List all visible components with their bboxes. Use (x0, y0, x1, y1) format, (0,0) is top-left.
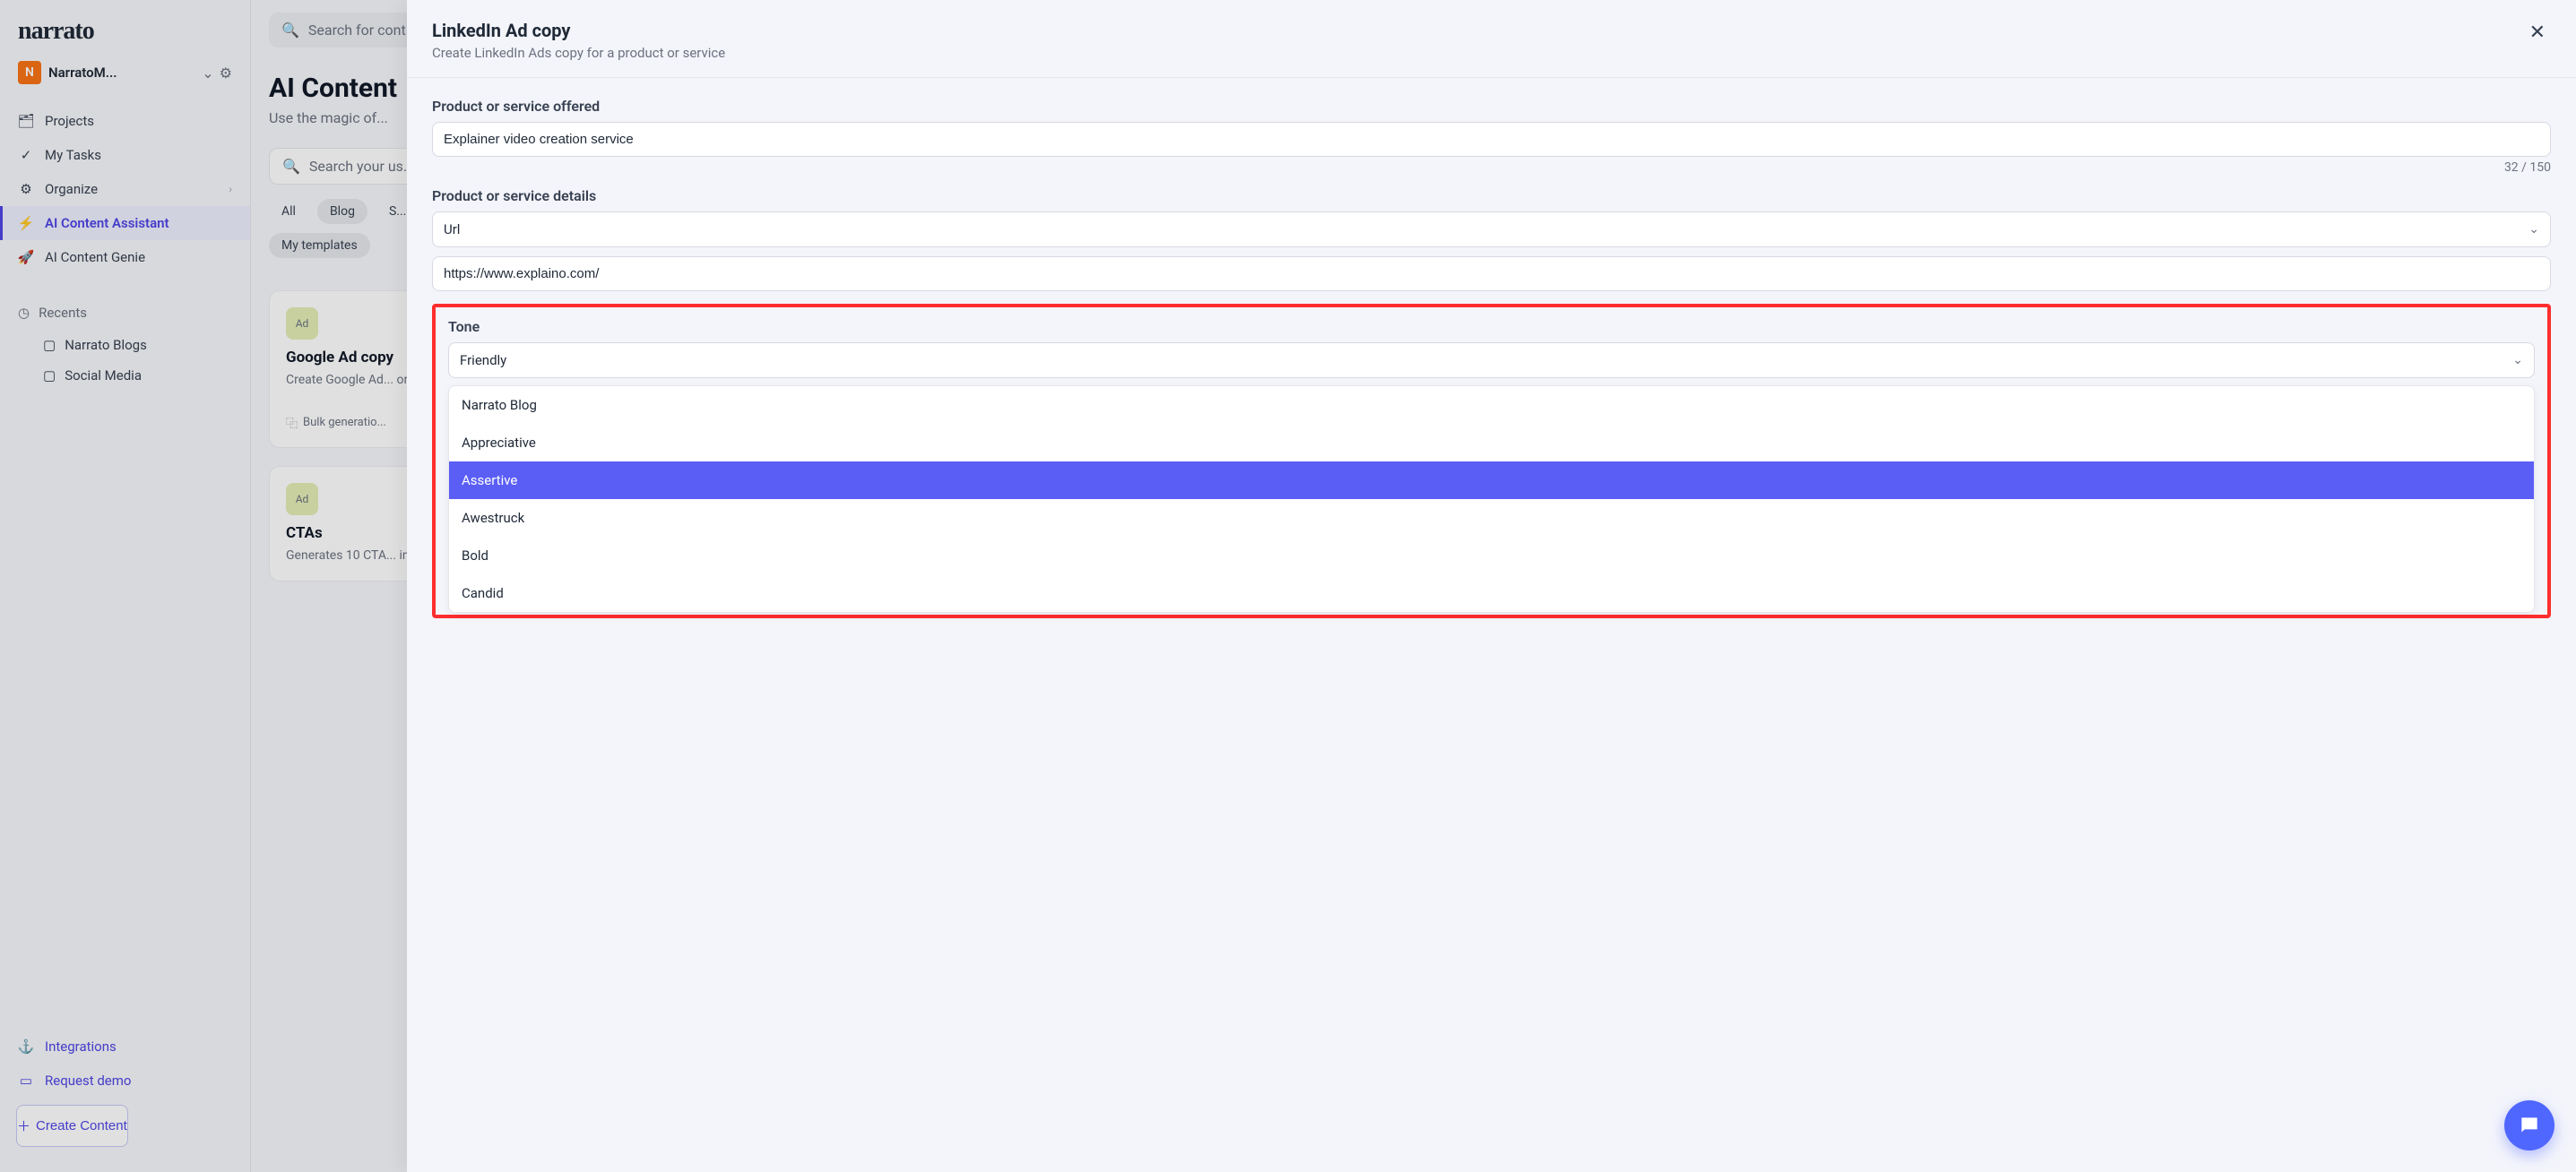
tone-dropdown: Narrato Blog Appreciative Assertive Awes… (448, 385, 2535, 613)
field-label: Tone (448, 318, 2535, 335)
recent-label: Narrato Blogs (65, 337, 147, 353)
modal-linkedin-ad-copy: LinkedIn Ad copy Create LinkedIn Ads cop… (407, 0, 2576, 1172)
anchor-icon: ⚓ (18, 1038, 34, 1055)
plus-icon: ＋ (17, 1116, 30, 1135)
gear-icon[interactable]: ⚙ (220, 65, 232, 82)
chevron-right-icon: › (229, 183, 232, 195)
tone-option-bold[interactable]: Bold (449, 537, 2534, 574)
char-counter: 32 / 150 (432, 160, 2551, 175)
workspace-badge: N (18, 61, 41, 84)
monitor-icon: ▭ (18, 1073, 34, 1089)
tone-option-appreciative[interactable]: Appreciative (449, 424, 2534, 461)
search-placeholder: Search for cont... (308, 22, 417, 39)
nav-label: AI Content Assistant (45, 215, 169, 231)
ad-icon: Ad (286, 307, 318, 340)
product-offered-input[interactable] (432, 122, 2551, 157)
nav-item-integrations[interactable]: ⚓ Integrations (0, 1030, 250, 1064)
tone-option-assertive[interactable]: Assertive (449, 461, 2534, 499)
select-value: Url (444, 221, 460, 237)
rocket-icon: 🚀 (18, 249, 34, 265)
gear-icon: ⚙ (18, 181, 34, 197)
nav-label: AI Content Genie (45, 249, 145, 265)
nav-item-my-tasks[interactable]: ✓ My Tasks (0, 138, 250, 172)
recent-label: Social Media (65, 367, 142, 383)
nav-item-organize[interactable]: ⚙ Organize › (0, 172, 250, 206)
sidebar: narrato N NarratoM... ⌄ ⚙ 🗂 Projects ✓ M… (0, 0, 251, 1172)
svg-text:narrato: narrato (18, 17, 94, 45)
recents-header: ◷ Recents (0, 296, 250, 330)
ad-icon: Ad (286, 483, 318, 515)
close-icon[interactable]: ✕ (2524, 20, 2551, 46)
modal-title: LinkedIn Ad copy (432, 20, 2524, 41)
chevron-down-icon: ⌄ (2512, 353, 2523, 367)
cube-icon: ▢ (43, 337, 56, 353)
search-icon: 🔍 (281, 22, 299, 39)
workspace-switcher[interactable]: N NarratoM... ⌄ ⚙ (0, 54, 250, 99)
field-product-details: Product or service details Url ⌄ (432, 187, 2551, 291)
nav-separator (0, 280, 250, 296)
recent-item[interactable]: ▢ Social Media (0, 360, 250, 391)
tone-section-highlighted: Tone Friendly ⌄ Narrato Blog Appreciativ… (432, 304, 2551, 618)
clock-icon: ◷ (18, 305, 30, 321)
brand-logo: narrato (0, 0, 250, 54)
intercom-chat-button[interactable] (2504, 1100, 2554, 1150)
recents-list: ▢ Narrato Blogs ▢ Social Media (0, 330, 250, 391)
nav-item-ai-content-genie[interactable]: 🚀 AI Content Genie (0, 240, 250, 274)
copy-icon: ⿻ (286, 414, 298, 431)
bulk-label: Bulk generatio... (303, 416, 386, 429)
tone-select[interactable]: Friendly ⌄ (448, 342, 2535, 378)
field-label: Product or service details (432, 187, 2551, 204)
workspace-name: NarratoM... (48, 65, 194, 81)
chevron-down-icon: ⌄ (2528, 222, 2539, 237)
nav-item-request-demo[interactable]: ▭ Request demo (0, 1064, 250, 1098)
nav-label: My Tasks (45, 147, 101, 163)
modal-body: Product or service offered 32 / 150 Prod… (407, 78, 2576, 1172)
check-icon: ✓ (18, 147, 34, 163)
recent-item[interactable]: ▢ Narrato Blogs (0, 330, 250, 360)
nav-item-ai-content-assistant[interactable]: ⚡ AI Content Assistant (0, 206, 250, 240)
field-product-offered: Product or service offered 32 / 150 (432, 98, 2551, 175)
create-content-button[interactable]: ＋ Create Content (16, 1105, 128, 1147)
nav-item-projects[interactable]: 🗂 Projects (0, 104, 250, 138)
tone-option-awestruck[interactable]: Awestruck (449, 499, 2534, 537)
bolt-icon: ⚡ (18, 215, 34, 231)
nav-label: Request demo (45, 1073, 131, 1089)
tone-option-narrato-blog[interactable]: Narrato Blog (449, 386, 2534, 424)
select-value: Friendly (460, 352, 506, 368)
nav-label: Organize (45, 181, 98, 197)
create-content-label: Create Content (36, 1118, 127, 1133)
chip-all[interactable]: All (269, 199, 308, 224)
recents-label: Recents (39, 305, 87, 321)
search-icon: 🔍 (282, 158, 300, 175)
bottom-links: ⚓ Integrations ▭ Request demo ＋ Create C… (0, 1021, 250, 1172)
field-label: Product or service offered (432, 98, 2551, 115)
nav-primary: 🗂 Projects ✓ My Tasks ⚙ Organize › ⚡ AI … (0, 99, 250, 280)
modal-header: LinkedIn Ad copy Create LinkedIn Ads cop… (407, 0, 2576, 77)
details-url-input[interactable] (432, 256, 2551, 291)
search-placeholder: Search your us... (309, 158, 415, 175)
chip-blog[interactable]: Blog (317, 199, 367, 224)
briefcase-icon: 🗂 (18, 113, 34, 129)
chevron-down-icon[interactable]: ⌄ (202, 65, 213, 82)
nav-label: Integrations (45, 1038, 117, 1055)
nav-label: Projects (45, 113, 94, 129)
cube-icon: ▢ (43, 367, 56, 383)
details-type-select[interactable]: Url ⌄ (432, 211, 2551, 247)
modal-subtitle: Create LinkedIn Ads copy for a product o… (432, 45, 2524, 61)
tone-option-candid[interactable]: Candid (449, 574, 2534, 612)
chip-my-templates[interactable]: My templates (269, 233, 370, 258)
